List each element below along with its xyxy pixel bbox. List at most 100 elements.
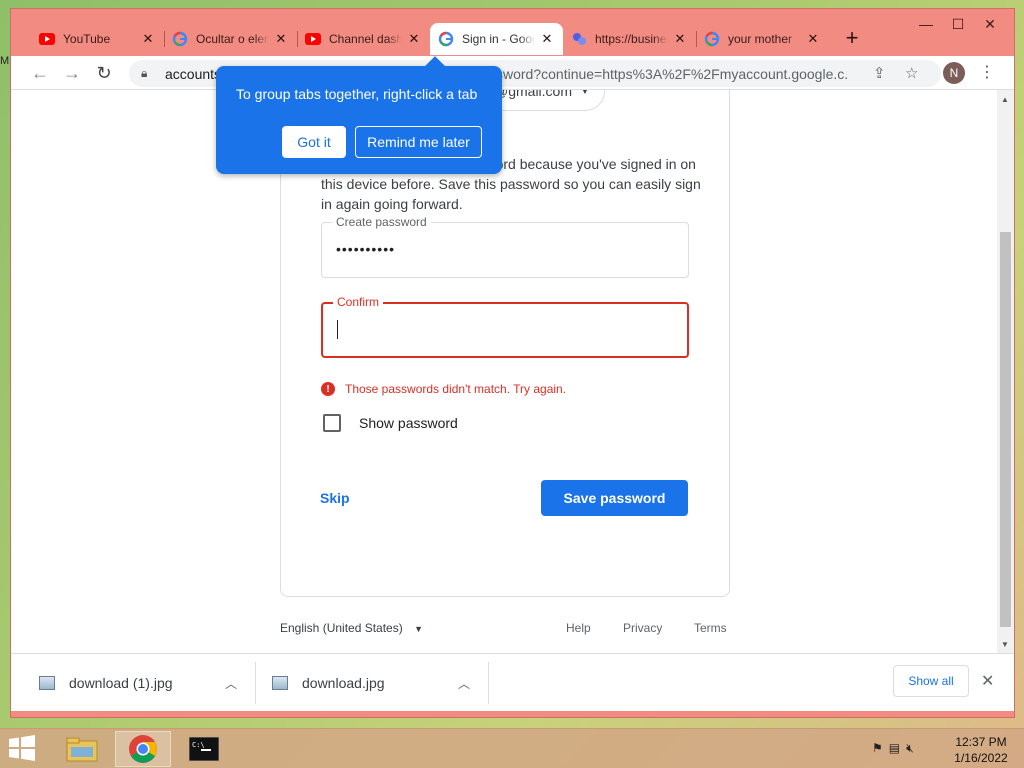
caret-down-icon: ▼ [414, 624, 423, 634]
window-controls: — ☐ ✕ [910, 13, 1006, 35]
bookmark-star-icon[interactable]: ☆ [905, 64, 918, 82]
title-bar: YouTube ✕ Ocultar o elemento ✕ Channel d… [11, 9, 1014, 56]
divider [488, 662, 489, 704]
tip-text: To group tabs together, right-click a ta… [236, 86, 478, 102]
close-icon[interactable]: ✕ [672, 31, 688, 47]
download-item[interactable]: download (1).jpg [39, 662, 173, 704]
tab-sign-in[interactable]: Sign in - Google Accounts ✕ [430, 23, 563, 55]
help-link[interactable]: Help [566, 621, 591, 635]
account-email: @gmail.com [494, 90, 573, 99]
taskbar: C:\ ⚑ ▤ 🔇︎ 12:37 PM 1/16/2022 [0, 728, 1024, 768]
tab-group-tip-bubble: To group tabs together, right-click a ta… [216, 56, 502, 174]
close-icon[interactable]: ✕ [805, 31, 821, 47]
tab-channel-dashboard[interactable]: Channel dashboard ✕ [297, 23, 430, 55]
chevron-down-icon: ▼ [580, 90, 590, 97]
confirm-password-label: Confirm [333, 295, 384, 309]
file-explorer-icon[interactable] [54, 731, 110, 767]
google-icon [172, 31, 188, 47]
language-label: English (United States) [280, 621, 403, 635]
divider [255, 662, 256, 704]
reload-icon[interactable]: ↻ [93, 62, 115, 84]
windows-start-icon[interactable] [8, 735, 38, 763]
chevron-up-icon[interactable]: ︿ [225, 662, 237, 704]
tab-ocultar[interactable]: Ocultar o elemento ✕ [164, 23, 297, 55]
tab-title: Sign in - Google Accounts [462, 32, 535, 46]
scroll-up-icon[interactable]: ▲ [1001, 95, 1009, 104]
privacy-link[interactable]: Privacy [623, 621, 662, 635]
page-scrollbar[interactable]: ▲ ▼ [997, 90, 1014, 653]
google-icon [704, 31, 720, 47]
youtube-icon [305, 31, 321, 47]
show-all-button[interactable]: Show all [893, 665, 969, 697]
text-cursor [337, 320, 338, 339]
show-password-checkbox[interactable] [323, 414, 341, 432]
language-selector[interactable]: English (United States) ▼ [280, 621, 423, 635]
youtube-icon [39, 31, 55, 47]
command-prompt-icon[interactable]: C:\ [176, 731, 232, 767]
error-text: Those passwords didn't match. Try again. [345, 382, 567, 396]
tab-youtube[interactable]: YouTube ✕ [31, 23, 164, 55]
minimize-icon[interactable]: — [910, 13, 942, 35]
close-window-icon[interactable]: ✕ [974, 13, 1006, 35]
image-file-icon [272, 676, 288, 690]
download-shelf: download (1).jpg ︿ download.jpg ︿ Show a… [11, 653, 1014, 711]
browser-window: YouTube ✕ Ocultar o elemento ✕ Channel d… [10, 8, 1015, 718]
scroll-down-icon[interactable]: ▼ [1001, 640, 1009, 649]
error-icon: ! [321, 382, 335, 396]
confirm-password-field[interactable]: Confirm [321, 295, 689, 358]
close-icon[interactable]: ✕ [539, 31, 555, 47]
got-it-button[interactable]: Got it [282, 126, 346, 158]
skip-button[interactable]: Skip [320, 490, 350, 506]
show-password-row[interactable]: Show password [323, 414, 458, 432]
close-icon[interactable]: ✕ [981, 671, 994, 691]
close-icon[interactable]: ✕ [273, 31, 289, 47]
remind-later-button[interactable]: Remind me later [355, 126, 482, 158]
url-path: ssword?continue=https%3A%2F%2Fmyaccount.… [489, 65, 849, 82]
network-icon[interactable]: ▤ [889, 741, 900, 756]
profile-avatar[interactable]: N [943, 62, 965, 84]
system-tray: ⚑ ▤ 🔇︎ [872, 741, 914, 756]
share-icon[interactable]: ⇪ [873, 64, 886, 82]
forward-arrow-icon[interactable]: → [61, 62, 83, 84]
tab-title: Channel dashboard [329, 32, 402, 46]
browser-toolbar: ← → ↻ 🔒︎ accounts ssword?continue=https%… [11, 56, 1014, 90]
new-tab-button[interactable]: + [837, 23, 867, 53]
clock-time: 12:37 PM [955, 735, 1007, 749]
maximize-icon[interactable]: ☐ [942, 13, 974, 35]
back-arrow-icon[interactable]: ← [29, 62, 51, 84]
tab-business[interactable]: https://business.google.com ✕ [563, 23, 696, 55]
password-error: ! Those passwords didn't match. Try agai… [321, 382, 566, 396]
show-password-label: Show password [359, 415, 458, 431]
create-password-label: Create password [332, 215, 431, 229]
chevron-up-icon[interactable]: ︿ [458, 662, 470, 704]
close-icon[interactable]: ✕ [140, 31, 156, 47]
image-file-icon [39, 676, 55, 690]
create-password-value: •••••••••• [336, 241, 396, 257]
taskbar-clock[interactable]: 12:37 PM 1/16/2022 [946, 734, 1016, 766]
tab-title: YouTube [63, 32, 111, 46]
volume-muted-icon[interactable]: 🔇︎ [906, 741, 914, 756]
chrome-taskbar-icon[interactable] [115, 731, 171, 767]
url-host: accounts [165, 65, 222, 82]
terms-link[interactable]: Terms [694, 621, 727, 635]
tab-title: your mother [728, 32, 793, 46]
download-item[interactable]: download.jpg [272, 662, 385, 704]
page-content: @gmail.com ▼ rd You can change your pass… [11, 90, 1014, 653]
tab-strip: YouTube ✕ Ocultar o elemento ✕ Channel d… [31, 21, 867, 55]
tab-your-mother[interactable]: your mother ✕ [696, 23, 829, 55]
download-filename: download.jpg [302, 675, 385, 691]
google-icon [438, 31, 454, 47]
clock-date: 1/16/2022 [954, 751, 1008, 765]
svg-text:C:\: C:\ [192, 741, 205, 749]
lock-icon[interactable]: 🔒︎ [141, 66, 155, 81]
action-center-flag-icon[interactable]: ⚑ [872, 741, 883, 756]
scroll-thumb[interactable] [1000, 232, 1011, 627]
save-password-button[interactable]: Save password [541, 480, 688, 516]
menu-dots-icon[interactable]: ⋮ [979, 62, 995, 82]
create-password-field[interactable]: Create password •••••••••• [321, 215, 689, 278]
tab-title: https://business.google.com [595, 32, 668, 46]
download-filename: download (1).jpg [69, 675, 173, 691]
business-icon [571, 31, 587, 47]
tab-title: Ocultar o elemento [196, 32, 269, 46]
close-icon[interactable]: ✕ [406, 31, 422, 47]
